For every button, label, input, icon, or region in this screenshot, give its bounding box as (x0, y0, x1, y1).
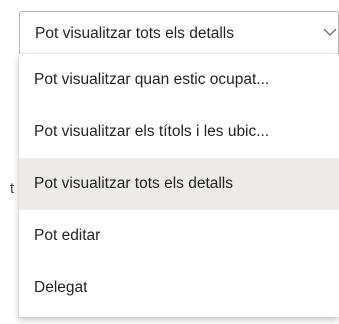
permission-options-menu: Pot visualitzar quan estic ocupat... Pot… (19, 54, 339, 317)
option-titles-locations[interactable]: Pot visualitzar els títols i les ubic... (19, 106, 339, 158)
option-delegate[interactable]: Delegat (19, 262, 339, 314)
option-can-edit[interactable]: Pot editar (19, 210, 339, 262)
option-all-details[interactable]: Pot visualitzar tots els detalls (19, 158, 339, 210)
option-label: Pot editar (34, 227, 101, 244)
permission-select[interactable]: Pot visualitzar tots els detalls (19, 11, 339, 54)
option-label: Pot visualitzar quan estic ocupat... (34, 71, 270, 88)
chevron-down-icon (323, 28, 337, 36)
option-label: Delegat (34, 279, 88, 296)
background-text-fragment: t (10, 180, 15, 197)
option-free-busy[interactable]: Pot visualitzar quan estic ocupat... (19, 54, 339, 106)
option-label: Pot visualitzar tots els detalls (34, 175, 234, 192)
permission-dropdown-stage: t Pot visualitzar tots els detalls Pot v… (0, 0, 339, 324)
option-label: Pot visualitzar els títols i les ubic... (34, 123, 270, 140)
select-current-value: Pot visualitzar tots els detalls (35, 25, 235, 42)
